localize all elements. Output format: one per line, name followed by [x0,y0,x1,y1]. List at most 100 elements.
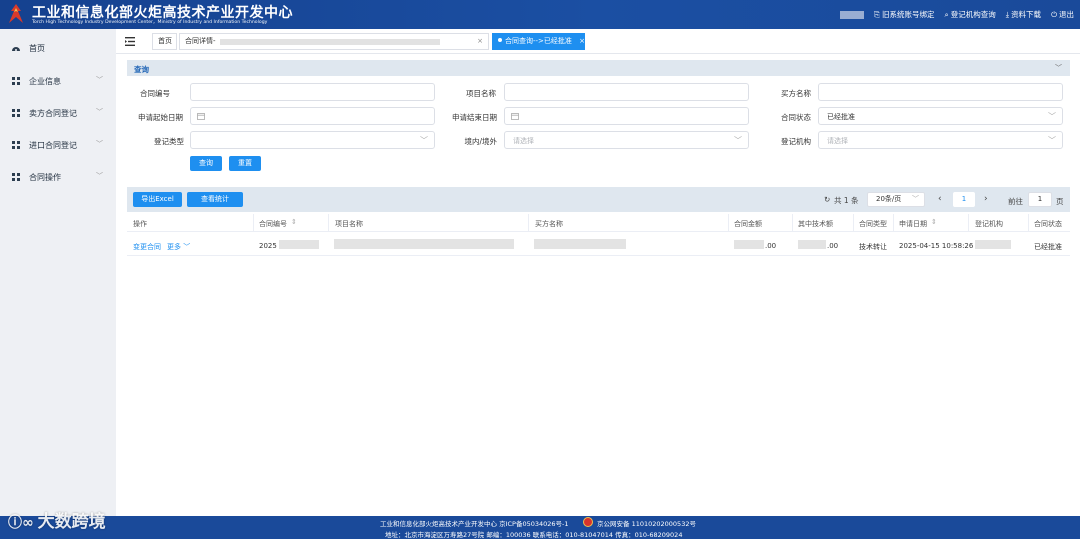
status-select[interactable]: 已经批准 ﹀ [818,107,1063,125]
domestic-select[interactable]: 请选择 ﹀ [504,131,749,149]
chevron-down-icon: ﹀ [96,76,103,84]
column-divider [893,214,894,232]
chevron-down-icon: ﹀ [1048,136,1056,145]
col-apply-date[interactable]: 申请日期 [899,219,927,229]
police-badge-icon [583,517,593,527]
view-stats-button[interactable]: 查看统计 [187,192,243,207]
tab-contract-query-approved[interactable]: 合同查询-->已经批准 × [492,33,585,50]
status-label: 合同状态 [781,113,811,122]
contract-no-label: 合同编号 [140,89,170,98]
tab-home[interactable]: 首页 [152,33,177,50]
apply-start-date-input[interactable] [190,107,435,125]
col-status: 合同状态 [1034,220,1062,228]
calendar-icon [197,113,205,120]
column-divider [792,214,793,232]
refresh-icon[interactable]: ↻ [824,195,830,204]
footer: 工业和信息化部火炬高技术产业开发中心 京ICP备05034026号-1 京公网安… [0,516,1080,539]
query-panel-title: 查询 [134,65,149,74]
column-divider [1028,214,1029,232]
sidebar-item-import-contract[interactable]: 进口合同登记 ﹀ [0,129,116,161]
contract-no-input[interactable] [190,83,435,101]
project-name-input[interactable] [504,83,749,101]
sort-icon[interactable]: ⇕ [291,218,297,226]
col-amount: 合同金额 [734,220,762,228]
reg-org-label: 登记机构 [781,137,811,146]
query-panel-header[interactable]: 查询 ﹀ [127,60,1070,76]
chevron-down-icon: ﹀ [96,172,103,180]
total-count: 共 1 条 [834,196,859,205]
col-action: 操作 [133,220,147,228]
apply-end-date-input[interactable] [504,107,749,125]
power-icon: ⏻ [1051,9,1057,19]
cell-amount: .00 [765,242,777,250]
sort-icon[interactable]: ⇕ [931,218,937,226]
reset-button[interactable]: 重置 [229,156,261,171]
column-divider [253,214,254,232]
col-contract-type: 合同类型 [859,220,887,228]
menu-toggle-icon[interactable] [125,37,135,46]
domestic-label: 境内/境外 [464,137,497,146]
watermark-logo-icon: ⓘ∞ [8,515,34,531]
cell-apply-date: 2025-04-15 10:58:26 [899,242,974,250]
reg-org-select[interactable]: 请选择 ﹀ [818,131,1063,149]
redacted-text [534,239,626,249]
cell-contract-no: 2025 [259,242,277,250]
footer-line-1: 工业和信息化部火炬高技术产业开发中心 京ICP备05034026号-1 [380,520,569,528]
column-divider [853,214,854,232]
search-icon: ⌕ [944,9,949,19]
col-project-name: 项目名称 [335,220,363,228]
redacted-text [734,240,764,249]
page-size-select[interactable]: 20条/页 ﹀ [867,192,925,207]
header-links: ⎘ 旧系统账号绑定 ⌕ 登记机构查询 ⤓ 资料下载 ⏻ 退出 [840,9,1074,20]
sidebar-item-contract-ops[interactable]: 合同操作 ﹀ [0,161,116,193]
grid-icon [12,141,20,149]
sidebar-item-seller-contract[interactable]: 卖方合同登记 ﹀ [0,97,116,129]
active-dot-icon [498,38,502,42]
col-reg-org: 登记机构 [975,220,1003,228]
sidebar-item-home[interactable]: 首页 [0,32,116,64]
page-number-1[interactable]: 1 [953,192,975,207]
logout-link[interactable]: ⏻ 退出 [1051,9,1074,20]
chevron-down-icon: ﹀ [96,140,103,148]
apply-start-label: 申请起始日期 [138,113,183,122]
column-divider [328,214,329,232]
more-actions-link[interactable]: 更多 ﹀ [167,242,190,252]
download-icon: ⤓ [1005,9,1010,19]
search-button[interactable]: 查询 [190,156,222,171]
apply-end-label: 申请结束日期 [452,113,497,122]
next-page-icon[interactable]: › [984,194,988,204]
tab-contract-detail[interactable]: 合同详情- × [179,33,489,50]
close-icon[interactable]: × [579,37,585,45]
sidebar: 首页 企业信息 ﹀ 卖方合同登记 ﹀ 进口合同登记 ﹀ 合同操作 ﹀ [0,29,116,516]
column-divider [528,214,529,232]
sidebar-item-company-info[interactable]: 企业信息 ﹀ [0,65,116,97]
project-name-label: 项目名称 [466,89,496,98]
download-link[interactable]: ⤓ 资料下载 [1006,9,1041,20]
org-search-link[interactable]: ⌕ 登记机构查询 [945,9,996,20]
col-contract-no[interactable]: 合同编号 [259,219,287,229]
chevron-down-icon[interactable]: ﹀ [1055,63,1062,73]
link-icon: ⎘ [874,9,881,19]
redacted-text [334,239,514,249]
bind-old-account-link[interactable]: ⎘ 旧系统账号绑定 [874,9,935,20]
close-icon[interactable]: × [477,34,483,49]
reg-type-select[interactable]: ﹀ [190,131,435,149]
redacted-text [279,240,319,249]
page-suffix: 页 [1056,197,1064,206]
chevron-down-icon: ﹀ [912,195,919,203]
dashboard-icon [12,47,20,51]
redacted-text [798,240,826,249]
col-buyer-name: 买方名称 [535,220,563,228]
buyer-name-input[interactable] [818,83,1063,101]
top-header: 工业和信息化部火炬高技术产业开发中心 Torch High Technology… [0,0,1080,29]
prev-page-icon[interactable]: ‹ [938,194,942,204]
export-excel-button[interactable]: 导出Excel [133,192,182,207]
torch-logo-icon [9,4,23,23]
goto-page-input[interactable]: 1 [1028,192,1052,207]
footer-police-record: 京公网安备 11010202000532号 [597,520,696,528]
change-contract-link[interactable]: 变更合同 [133,242,161,252]
footer-line-2: 地址：北京市海淀区万寿路27号院 邮编：100036 联系电话：010-8104… [385,531,683,539]
calendar-icon [511,113,519,120]
grid-icon [12,173,20,181]
grid-icon [12,77,20,85]
